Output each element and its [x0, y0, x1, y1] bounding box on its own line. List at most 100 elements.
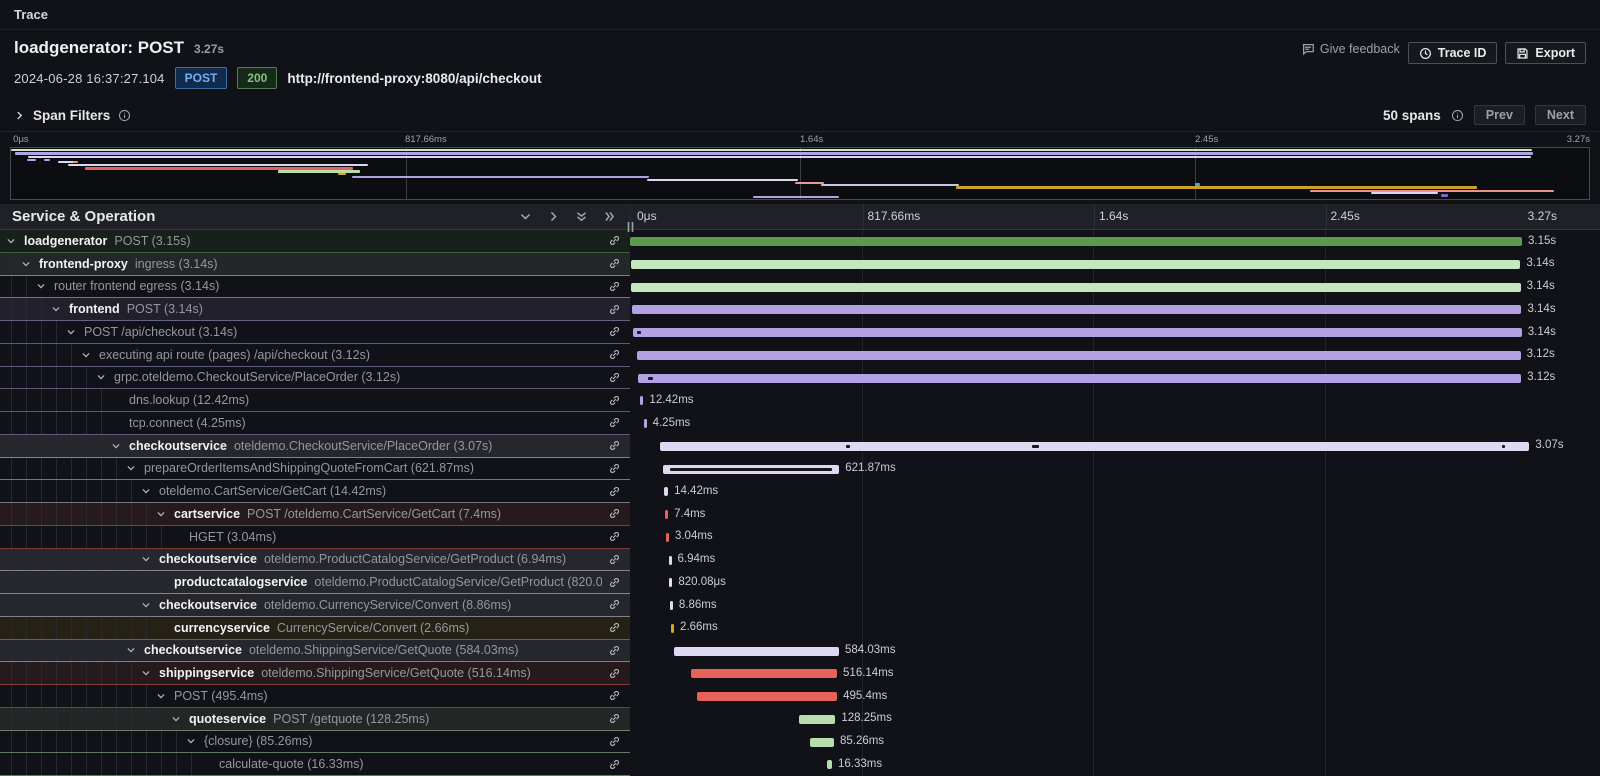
span-link-icon[interactable]: [608, 507, 621, 520]
span-bar-cell[interactable]: 621.87ms: [630, 458, 1600, 481]
span-bar[interactable]: [632, 305, 1521, 314]
span-bar[interactable]: [697, 692, 837, 701]
span-name-cell[interactable]: checkoutserviceoteldemo.CheckoutService/…: [0, 435, 630, 458]
span-name-cell[interactable]: checkoutserviceoteldemo.ProductCatalogSe…: [0, 549, 630, 572]
span-bar[interactable]: [671, 624, 674, 633]
span-bar-cell[interactable]: 3.12s: [630, 344, 1600, 367]
expand-chevron-icon[interactable]: [171, 714, 181, 724]
expand-chevron-icon[interactable]: [6, 236, 16, 246]
span-link-icon[interactable]: [608, 485, 621, 498]
span-name-cell[interactable]: POST /api/checkout (3.14s): [0, 321, 630, 344]
span-link-icon[interactable]: [608, 280, 621, 293]
span-link-icon[interactable]: [608, 348, 621, 361]
span-name-cell[interactable]: oteldemo.CartService/GetCart (14.42ms): [0, 480, 630, 503]
expand-one-icon[interactable]: [547, 210, 560, 223]
span-bar[interactable]: [810, 738, 834, 747]
expand-chevron-icon[interactable]: [66, 327, 76, 337]
span-bar[interactable]: [665, 510, 668, 519]
span-bar[interactable]: [664, 487, 668, 496]
span-link-icon[interactable]: [608, 553, 621, 566]
span-name-cell[interactable]: currencyserviceCurrencyService/Convert (…: [0, 617, 630, 640]
span-bar[interactable]: [631, 260, 1520, 269]
span-bar-cell[interactable]: 128.25ms: [630, 708, 1600, 731]
span-bar-cell[interactable]: 12.42ms: [630, 389, 1600, 412]
span-bar[interactable]: [638, 374, 1522, 383]
span-bar-cell[interactable]: 516.14ms: [630, 662, 1600, 685]
export-button[interactable]: Export: [1505, 42, 1586, 64]
span-name-cell[interactable]: loadgeneratorPOST (3.15s): [0, 230, 630, 253]
span-bar-cell[interactable]: 3.15s: [630, 230, 1600, 253]
span-filters-toggle[interactable]: Span Filters: [14, 108, 131, 123]
span-name-cell[interactable]: tcp.connect (4.25ms): [0, 412, 630, 435]
span-link-icon[interactable]: [608, 758, 621, 771]
span-name-cell[interactable]: dns.lookup (12.42ms): [0, 389, 630, 412]
span-bar[interactable]: [670, 601, 673, 610]
span-bar[interactable]: [669, 578, 672, 587]
span-name-cell[interactable]: cartservicePOST /oteldemo.CartService/Ge…: [0, 503, 630, 526]
span-name-cell[interactable]: HGET (3.04ms): [0, 526, 630, 549]
span-bar-cell[interactable]: 6.94ms: [630, 549, 1600, 572]
span-row[interactable]: currencyserviceCurrencyService/Convert (…: [0, 617, 1600, 640]
span-bar[interactable]: [633, 328, 1522, 337]
span-link-icon[interactable]: [608, 394, 621, 407]
expand-chevron-icon[interactable]: [21, 259, 31, 269]
expand-chevron-icon[interactable]: [36, 281, 46, 291]
span-name-cell[interactable]: POST (495.4ms): [0, 685, 630, 708]
span-bar[interactable]: [630, 237, 1522, 246]
span-link-icon[interactable]: [608, 667, 621, 680]
span-row[interactable]: tcp.connect (4.25ms)4.25ms: [0, 412, 1600, 435]
span-bar-cell[interactable]: 85.26ms: [630, 731, 1600, 754]
span-row[interactable]: {closure} (85.26ms)85.26ms: [0, 731, 1600, 754]
span-name-cell[interactable]: {closure} (85.26ms): [0, 731, 630, 754]
span-link-icon[interactable]: [608, 234, 621, 247]
span-name-cell[interactable]: quoteservicePOST /getquote (128.25ms): [0, 708, 630, 731]
span-bar-cell[interactable]: 3.04ms: [630, 526, 1600, 549]
span-row[interactable]: frontend-proxyingress (3.14s)3.14s: [0, 253, 1600, 276]
span-link-icon[interactable]: [608, 439, 621, 452]
expand-chevron-icon[interactable]: [126, 645, 136, 655]
span-bar[interactable]: [640, 396, 644, 405]
expand-chevron-icon[interactable]: [141, 668, 151, 678]
span-bar[interactable]: [637, 351, 1521, 360]
expand-chevron-icon[interactable]: [96, 372, 106, 382]
span-name-cell[interactable]: frontendPOST (3.14s): [0, 298, 630, 321]
span-bar-cell[interactable]: 820.08μs: [630, 571, 1600, 594]
span-name-cell[interactable]: calculate-quote (16.33ms): [0, 753, 630, 776]
span-link-icon[interactable]: [608, 712, 621, 725]
span-bar-cell[interactable]: 16.33ms: [630, 753, 1600, 776]
span-row[interactable]: shippingserviceoteldemo.ShippingService/…: [0, 662, 1600, 685]
span-row[interactable]: calculate-quote (16.33ms)16.33ms: [0, 753, 1600, 776]
span-bar[interactable]: [660, 442, 1529, 451]
span-bar-cell[interactable]: 2.66ms: [630, 617, 1600, 640]
span-name-cell[interactable]: grpc.oteldemo.CheckoutService/PlaceOrder…: [0, 367, 630, 390]
span-row[interactable]: checkoutserviceoteldemo.CurrencyService/…: [0, 594, 1600, 617]
span-name-cell[interactable]: frontend-proxyingress (3.14s): [0, 253, 630, 276]
span-link-icon[interactable]: [608, 735, 621, 748]
expand-chevron-icon[interactable]: [141, 554, 151, 564]
span-bar-cell[interactable]: 4.25ms: [630, 412, 1600, 435]
span-link-icon[interactable]: [608, 371, 621, 384]
span-name-cell[interactable]: productcatalogserviceoteldemo.ProductCat…: [0, 571, 630, 594]
span-link-icon[interactable]: [608, 644, 621, 657]
expand-chevron-icon[interactable]: [81, 350, 91, 360]
span-bar-cell[interactable]: 8.86ms: [630, 594, 1600, 617]
span-bar[interactable]: [644, 419, 647, 428]
span-bar-cell[interactable]: 3.07s: [630, 435, 1600, 458]
span-link-icon[interactable]: [608, 598, 621, 611]
expand-chevron-icon[interactable]: [51, 304, 61, 314]
collapse-all-icon[interactable]: [575, 210, 588, 223]
expand-all-icon[interactable]: [603, 210, 616, 223]
span-bar-cell[interactable]: 3.14s: [630, 321, 1600, 344]
span-bar-cell[interactable]: 584.03ms: [630, 640, 1600, 663]
span-row[interactable]: HGET (3.04ms)3.04ms: [0, 526, 1600, 549]
trace-minimap[interactable]: 0μs817.66ms1.64s2.45s3.27s: [10, 134, 1590, 200]
column-resize-handle[interactable]: [626, 221, 635, 233]
span-row[interactable]: prepareOrderItemsAndShippingQuoteFromCar…: [0, 458, 1600, 481]
span-bar-cell[interactable]: 3.14s: [630, 276, 1600, 299]
span-bar-cell[interactable]: 7.4ms: [630, 503, 1600, 526]
span-row[interactable]: quoteservicePOST /getquote (128.25ms)128…: [0, 708, 1600, 731]
expand-chevron-icon[interactable]: [156, 509, 166, 519]
span-bar[interactable]: [674, 647, 839, 656]
span-row[interactable]: cartservicePOST /oteldemo.CartService/Ge…: [0, 503, 1600, 526]
span-link-icon[interactable]: [608, 689, 621, 702]
